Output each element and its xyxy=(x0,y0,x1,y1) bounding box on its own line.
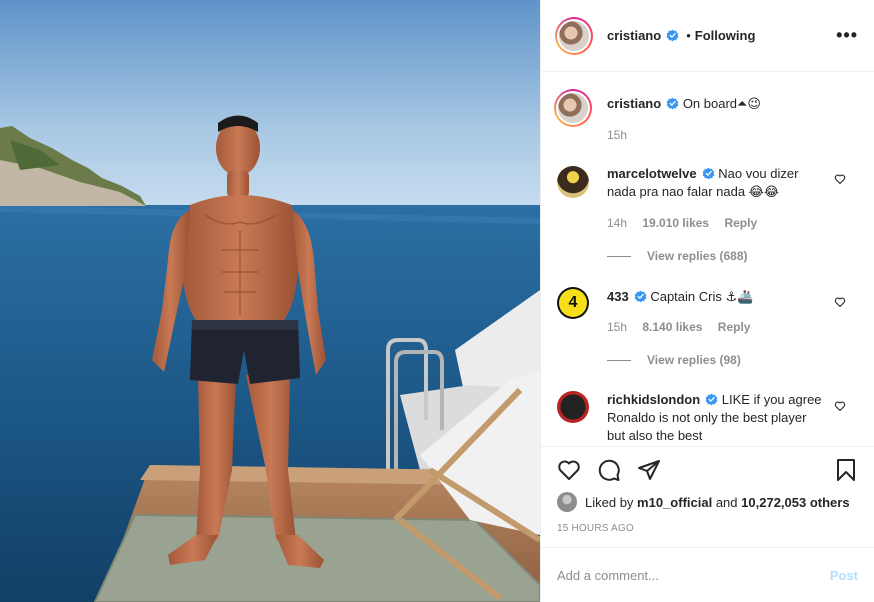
comment-text-block: richkidslondon LIKE if you agree Ronaldo… xyxy=(607,391,827,445)
verified-badge-icon xyxy=(705,393,718,406)
comment-username[interactable]: marcelotwelve xyxy=(607,166,697,181)
caption-text-block: cristiano On board⏶😉 xyxy=(607,95,827,113)
save-bookmark-icon[interactable] xyxy=(834,458,858,482)
comment-text-block: 433 Captain Cris ⚓🚢 xyxy=(607,288,827,306)
liked-by-row: Liked by m10_official and 10,272,053 oth… xyxy=(557,492,850,512)
view-replies-button[interactable]: View replies (98) xyxy=(607,353,741,367)
comment-text: Captain Cris ⚓🚢 xyxy=(650,289,754,304)
post-photo[interactable] xyxy=(0,0,540,602)
comment-time[interactable]: 14h xyxy=(607,216,627,230)
post-header: cristiano • Following ••• xyxy=(541,0,874,72)
following-button[interactable]: Following xyxy=(695,28,756,43)
like-comment-heart-icon[interactable] xyxy=(834,173,846,185)
commenter-avatar[interactable] xyxy=(557,166,589,198)
like-comment-heart-icon[interactable] xyxy=(834,400,846,412)
author-avatar[interactable] xyxy=(555,16,593,55)
post-actions: Liked by m10_official and 10,272,053 oth… xyxy=(541,446,874,534)
post-side-panel: cristiano • Following ••• cristiano On b… xyxy=(540,0,874,602)
like-heart-icon[interactable] xyxy=(557,458,581,482)
more-horizontal-icon[interactable]: ••• xyxy=(836,25,858,46)
view-replies-button[interactable]: View replies (688) xyxy=(607,249,748,263)
commenter-avatar[interactable]: 4 xyxy=(557,287,589,319)
like-comment-heart-icon[interactable] xyxy=(834,296,846,308)
liked-by-count[interactable]: 10,272,053 others xyxy=(741,495,849,510)
reply-button[interactable]: Reply xyxy=(718,320,751,334)
post-timestamp[interactable]: 15 HOURS AGO xyxy=(557,523,634,534)
caption-meta: 15h xyxy=(607,128,639,142)
add-comment-bar: Post xyxy=(541,547,874,602)
post-comment-button[interactable]: Post xyxy=(830,568,858,583)
caption-time[interactable]: 15h xyxy=(607,128,627,142)
comment-bubble-icon[interactable] xyxy=(597,458,621,482)
verified-badge-icon xyxy=(702,167,714,180)
liker-avatar[interactable] xyxy=(557,492,577,512)
comment-likes[interactable]: 19.010 likes xyxy=(642,216,709,230)
share-paper-plane-icon[interactable] xyxy=(637,458,661,482)
separator-dot: • xyxy=(686,28,691,43)
comment-text-block: marcelotwelve Nao vou dizer nada pra nao… xyxy=(607,165,827,201)
comment-meta: 15h 8.140 likes Reply xyxy=(607,320,762,334)
caption-avatar[interactable] xyxy=(554,89,592,127)
verified-badge-icon xyxy=(666,29,679,42)
replies-divider xyxy=(607,359,631,361)
author-username[interactable]: cristiano xyxy=(607,28,661,43)
liked-by-prefix: Liked by xyxy=(585,494,634,510)
comment-username[interactable]: 433 xyxy=(607,289,629,304)
verified-badge-icon xyxy=(666,97,679,110)
yacht-photo xyxy=(0,0,540,602)
replies-divider xyxy=(607,255,631,257)
comment-likes[interactable]: 8.140 likes xyxy=(642,320,702,334)
add-comment-input[interactable] xyxy=(557,567,830,583)
reply-button[interactable]: Reply xyxy=(724,216,757,230)
comments-list[interactable]: cristiano On board⏶😉 15h marcelotwelve N… xyxy=(541,73,874,445)
liked-by-user[interactable]: m10_official xyxy=(637,495,712,510)
comment-time[interactable]: 15h xyxy=(607,320,627,334)
view-replies-label: View replies (688) xyxy=(647,249,748,263)
comment-meta: 14h 19.010 likes Reply xyxy=(607,216,769,230)
instagram-post: cristiano • Following ••• cristiano On b… xyxy=(0,0,874,602)
caption-text: On board⏶😉 xyxy=(682,96,761,111)
view-replies-label: View replies (98) xyxy=(647,353,741,367)
action-icons xyxy=(541,447,874,493)
verified-badge-icon xyxy=(634,290,647,303)
liked-by-middle: and xyxy=(715,494,738,510)
commenter-avatar[interactable] xyxy=(557,391,589,423)
comment-username[interactable]: richkidslondon xyxy=(607,392,700,407)
caption-username[interactable]: cristiano xyxy=(607,96,661,111)
